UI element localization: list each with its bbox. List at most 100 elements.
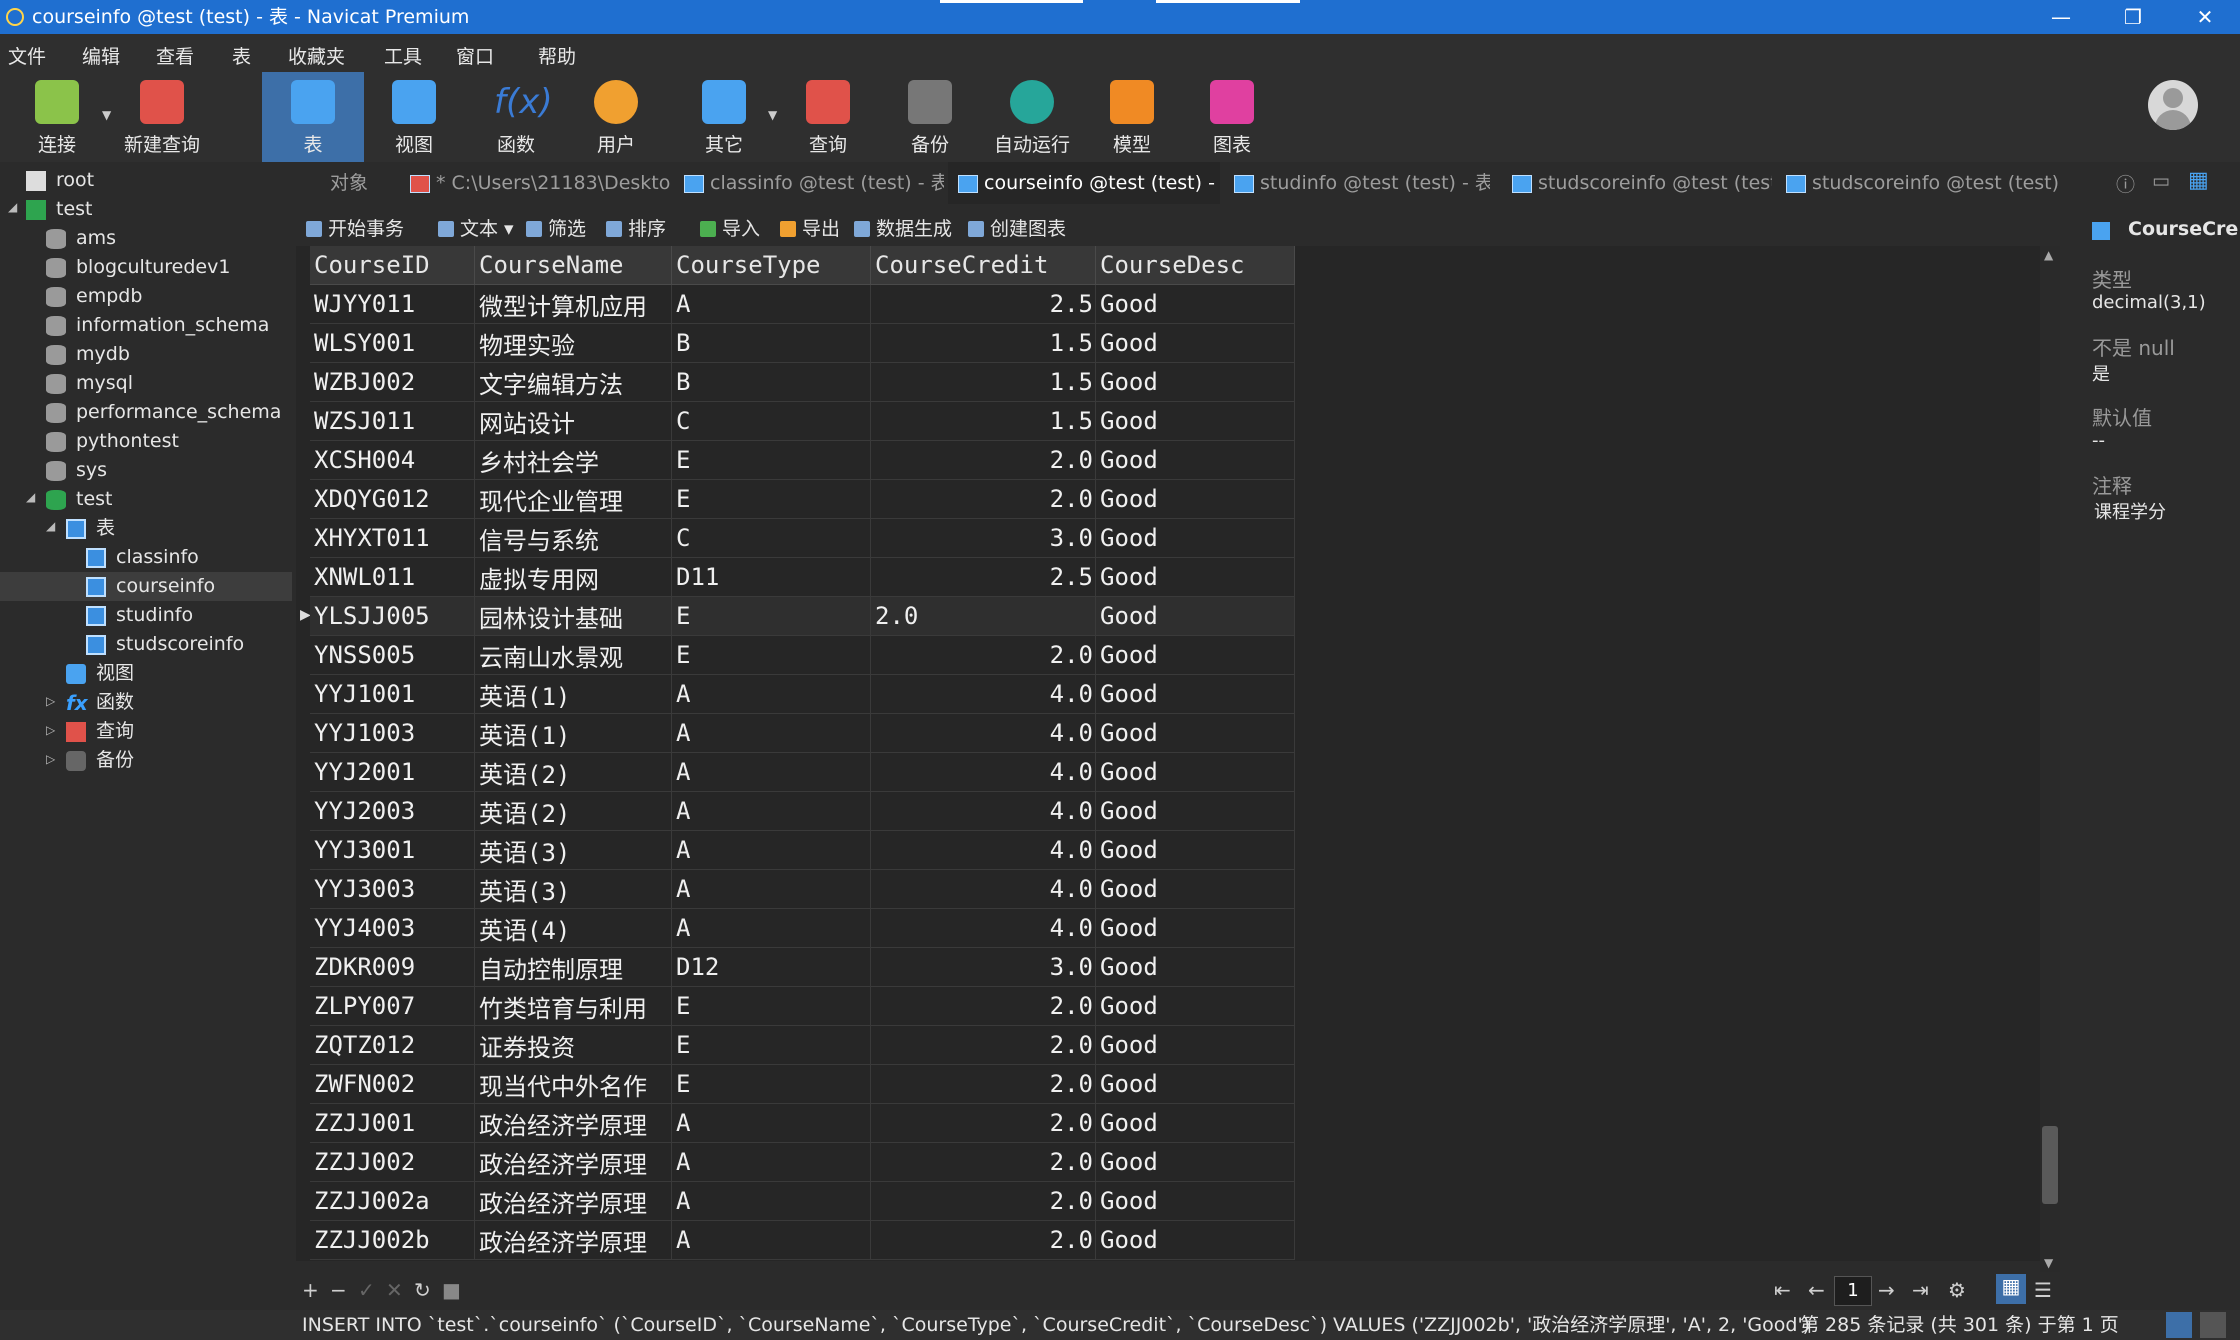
table-row[interactable]: WJYY011 微型计算机应用 A 2.5 Good	[310, 284, 1295, 324]
table-cell[interactable]: 4.0	[870, 791, 1096, 831]
table-cell[interactable]: D12	[671, 947, 871, 987]
table-cell[interactable]: Good	[1095, 674, 1295, 714]
tab-courseinfo[interactable]: courseinfo @test (test) - 表	[948, 162, 1220, 204]
table-cell[interactable]: XNWL011	[310, 557, 475, 597]
column-header[interactable]: CourseID	[310, 246, 475, 285]
table-cell[interactable]: 4.0	[870, 752, 1096, 792]
table-cell[interactable]: ZZJJ002	[310, 1142, 475, 1182]
table-row[interactable]: ZZJJ001 政治经济学原理 A 2.0 Good	[310, 1103, 1295, 1143]
table-cell[interactable]: 现代企业管理	[474, 479, 672, 519]
table-row[interactable]: XDQYG012 现代企业管理 E 2.0 Good	[310, 479, 1295, 519]
tree-item-database[interactable]: blogculturedev1	[46, 253, 230, 282]
table-cell[interactable]: Good	[1095, 1142, 1295, 1182]
table-cell[interactable]: 2.0	[870, 1064, 1096, 1104]
table-cell[interactable]: Good	[1095, 1064, 1295, 1104]
table-cell[interactable]: YYJ2001	[310, 752, 475, 792]
tree-item-open-database[interactable]: test	[46, 485, 113, 514]
table-cell[interactable]: 乡村社会学	[474, 440, 672, 480]
vertical-scrollbar[interactable]: ▲ ▼	[2040, 246, 2060, 1276]
table-cell[interactable]: A	[671, 791, 871, 831]
table-cell[interactable]: 英语(2)	[474, 791, 672, 831]
column-header[interactable]: CourseType	[671, 246, 871, 285]
table-cell[interactable]: 政治经济学原理	[474, 1181, 672, 1221]
tree-item-database[interactable]: ams	[46, 224, 116, 253]
menu-file[interactable]: 文件	[8, 42, 46, 69]
table-cell[interactable]: 现当代中外名作	[474, 1064, 672, 1104]
restore-button[interactable]: ❐	[2098, 0, 2168, 34]
tree-item-database[interactable]: empdb	[46, 282, 142, 311]
chevron-down-icon[interactable]: ▼	[768, 108, 777, 122]
table-cell[interactable]: A	[671, 830, 871, 870]
table-cell[interactable]: A	[671, 752, 871, 792]
minimize-button[interactable]: —	[2026, 0, 2096, 34]
table-cell[interactable]: 虚拟专用网	[474, 557, 672, 597]
table-cell[interactable]: ZWFN002	[310, 1064, 475, 1104]
tree-item-backups[interactable]: 备份	[66, 746, 134, 775]
tab-query-file[interactable]: * C:\Users\21183\Desktop...	[400, 162, 670, 204]
table-cell[interactable]: ZQTZ012	[310, 1025, 475, 1065]
table-cell[interactable]: Good	[1095, 947, 1295, 987]
table-cell[interactable]: 信号与系统	[474, 518, 672, 558]
table-cell[interactable]: 2.0	[870, 986, 1096, 1026]
tree-item-database[interactable]: mysql	[46, 369, 133, 398]
table-cell[interactable]: YLSJJ005	[310, 596, 475, 636]
chevron-down-icon[interactable]: ▼	[102, 108, 111, 122]
table-row[interactable]: YYJ3003 英语(3) A 4.0 Good	[310, 869, 1295, 909]
table-row[interactable]: WLSY001 物理实验 B 1.5 Good	[310, 323, 1295, 363]
tree-item-test-connection[interactable]: test	[26, 195, 93, 224]
page-number-input[interactable]: 1	[1834, 1276, 1872, 1306]
table-cell[interactable]: E	[671, 440, 871, 480]
table-cell[interactable]: 2.5	[870, 284, 1096, 324]
table-cell[interactable]: 4.0	[870, 713, 1096, 753]
sort-button[interactable]: 排序	[606, 214, 666, 241]
table-cell[interactable]: 英语(1)	[474, 713, 672, 753]
data-generation-button[interactable]: 数据生成	[854, 214, 952, 241]
table-cell[interactable]: WLSY001	[310, 323, 475, 363]
table-cell[interactable]: Good	[1095, 557, 1295, 597]
expand-arrow-icon[interactable]: ◢	[26, 490, 35, 504]
menu-favorites[interactable]: 收藏夹	[288, 42, 345, 69]
table-cell[interactable]: A	[671, 284, 871, 324]
menu-window[interactable]: 窗口	[456, 42, 494, 69]
table-cell[interactable]: 2.0	[870, 596, 1096, 636]
table-row[interactable]: YYJ3001 英语(3) A 4.0 Good	[310, 830, 1295, 870]
table-cell[interactable]: E	[671, 479, 871, 519]
user-button[interactable]: 用户	[574, 72, 658, 162]
table-cell[interactable]: C	[671, 518, 871, 558]
tree-item-table[interactable]: studinfo	[86, 601, 193, 630]
tree-item-views[interactable]: 视图	[66, 659, 134, 688]
table-cell[interactable]: YYJ1001	[310, 674, 475, 714]
tree-item-root[interactable]: root	[26, 166, 94, 195]
menu-table[interactable]: 表	[232, 42, 251, 69]
menu-help[interactable]: 帮助	[538, 42, 576, 69]
table-cell[interactable]: YYJ1003	[310, 713, 475, 753]
automation-button[interactable]: 自动运行	[984, 72, 1080, 162]
table-cell[interactable]: Good	[1095, 518, 1295, 558]
tree-item-database[interactable]: sys	[46, 456, 107, 485]
table-cell[interactable]: 英语(2)	[474, 752, 672, 792]
table-cell[interactable]: 自动控制原理	[474, 947, 672, 987]
tree-item-table[interactable]: studscoreinfo	[86, 630, 244, 659]
table-cell[interactable]: ZZJJ001	[310, 1103, 475, 1143]
table-row[interactable]: XCSH004 乡村社会学 E 2.0 Good	[310, 440, 1295, 480]
info-icon[interactable]: ⓘ	[2116, 170, 2135, 197]
table-cell[interactable]: 2.0	[870, 440, 1096, 480]
close-button[interactable]: ✕	[2170, 0, 2240, 34]
expand-arrow-icon[interactable]: ▷	[46, 694, 55, 708]
table-cell[interactable]: Good	[1095, 323, 1295, 363]
refresh-icon[interactable]: ↻	[414, 1278, 431, 1302]
tree-item-table-selected[interactable]: courseinfo	[0, 572, 292, 601]
table-cell[interactable]: 证券投资	[474, 1025, 672, 1065]
table-cell[interactable]: B	[671, 362, 871, 402]
table-cell[interactable]: 2.0	[870, 1025, 1096, 1065]
table-cell[interactable]: 4.0	[870, 908, 1096, 948]
table-cell[interactable]: 2.5	[870, 557, 1096, 597]
table-row[interactable]: ZZJJ002b 政治经济学原理 A 2.0 Good	[310, 1220, 1295, 1260]
table-cell[interactable]: YYJ3003	[310, 869, 475, 909]
table-cell[interactable]: 英语(1)	[474, 674, 672, 714]
table-cell[interactable]: YNSS005	[310, 635, 475, 675]
table-cell[interactable]: A	[671, 908, 871, 948]
table-cell[interactable]: 竹类培育与利用	[474, 986, 672, 1026]
query-button[interactable]: 查询	[786, 72, 870, 162]
table-cell[interactable]: B	[671, 323, 871, 363]
